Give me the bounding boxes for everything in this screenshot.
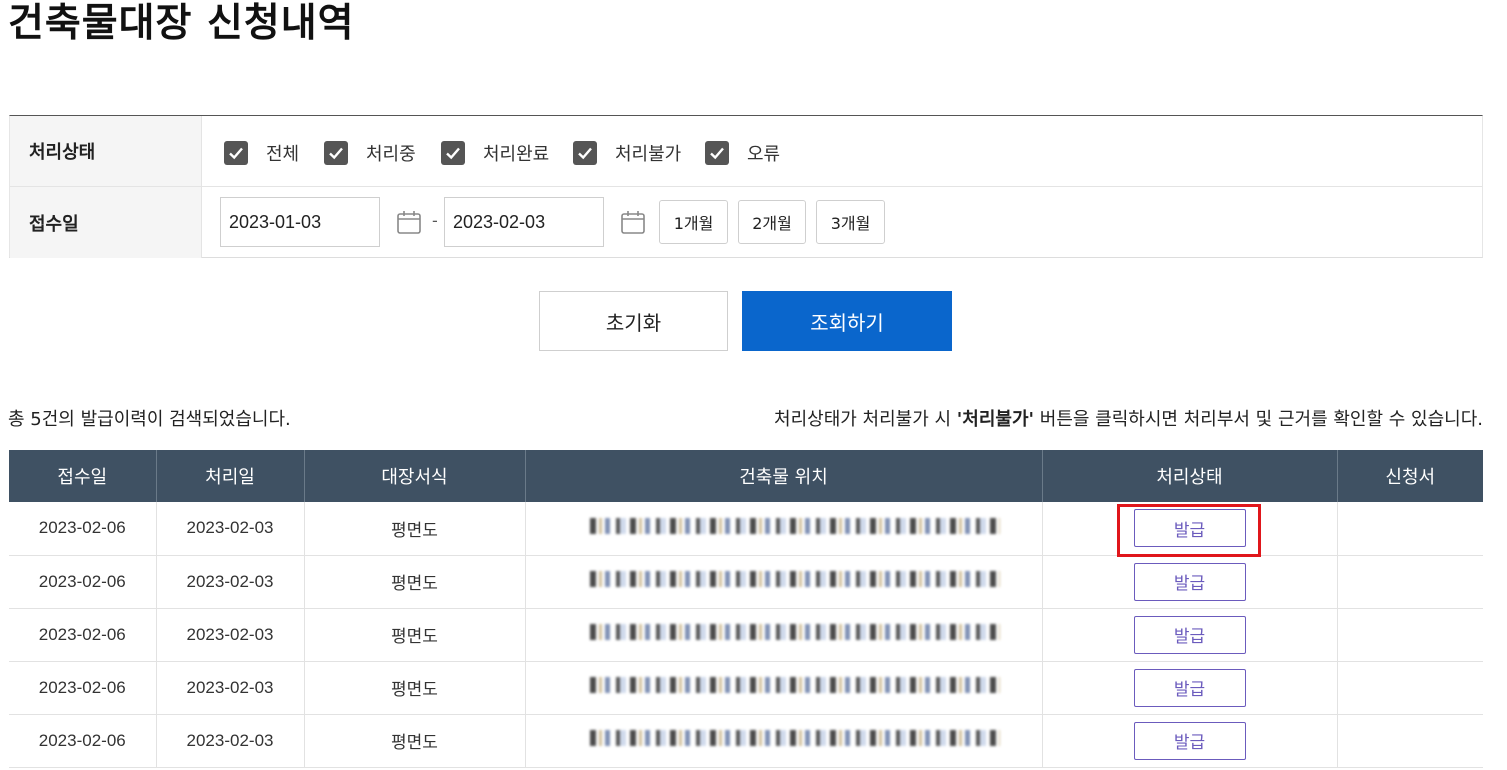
application-cell — [1337, 714, 1483, 768]
form-type: 평면도 — [304, 608, 526, 662]
col-form: 대장서식 — [304, 450, 526, 502]
col-application: 신청서 — [1337, 450, 1483, 502]
form-type: 평면도 — [304, 714, 526, 768]
status-cell: 발급 — [1042, 608, 1338, 662]
checkbox-error-label: 오류 — [747, 144, 781, 165]
redacted-address — [589, 517, 1000, 534]
search-filter-panel: 처리상태 전체 처리중 처리완료 처리불가 오류 접수일 2023-01-03 — [9, 115, 1483, 258]
received-date: 2023-02-06 — [9, 608, 157, 662]
calendar-icon[interactable] — [396, 209, 422, 235]
building-location — [525, 661, 1043, 715]
application-cell — [1337, 608, 1483, 662]
building-location — [525, 714, 1043, 768]
status-filter-row: 처리상태 전체 처리중 처리완료 처리불가 오류 — [10, 116, 1482, 187]
table-row: 2023-02-06 2023-02-03 평면도 발급 — [9, 714, 1483, 768]
issue-button[interactable]: 발급 — [1133, 668, 1246, 707]
building-location — [525, 555, 1043, 609]
checkbox-checked-icon[interactable] — [573, 141, 597, 165]
notice-suffix: 버튼을 클릭하시면 처리부서 및 근거를 확인할 수 있습니다. — [1034, 409, 1483, 430]
processed-date: 2023-02-03 — [156, 714, 305, 768]
table-row: 2023-02-06 2023-02-03 평면도 발급 — [9, 661, 1483, 715]
col-processed-date: 처리일 — [156, 450, 305, 502]
issue-button[interactable]: 발급 — [1133, 721, 1246, 760]
issue-button[interactable]: 발급 — [1133, 562, 1246, 601]
status-filter-label: 처리상태 — [10, 116, 202, 186]
processed-date: 2023-02-03 — [156, 661, 305, 715]
form-type: 평면도 — [304, 661, 526, 715]
checkbox-all-label: 전체 — [266, 144, 300, 165]
table-row: 2023-02-06 2023-02-03 평면도 발급 — [9, 502, 1483, 556]
highlight-box — [1117, 504, 1261, 557]
received-date: 2023-02-06 — [9, 502, 157, 556]
received-date: 2023-02-06 — [9, 555, 157, 609]
received-date: 2023-02-06 — [9, 661, 157, 715]
notice-prefix: 처리상태가 처리불가 시 — [774, 409, 957, 430]
checkbox-checked-icon[interactable] — [324, 141, 348, 165]
status-notice: 처리상태가 처리불가 시 '처리불가' 버튼을 클릭하시면 처리부서 및 근거를… — [774, 405, 1483, 431]
search-button[interactable]: 조회하기 — [742, 291, 952, 351]
checkbox-error[interactable]: 오류 — [705, 140, 780, 166]
checkbox-rejected-label: 처리불가 — [615, 144, 682, 165]
reset-button[interactable]: 초기화 — [539, 291, 728, 351]
checkbox-rejected[interactable]: 처리불가 — [573, 140, 681, 166]
status-cell: 발급 — [1042, 555, 1338, 609]
redacted-address — [589, 571, 1000, 587]
redacted-address — [589, 677, 1000, 693]
issue-button[interactable]: 발급 — [1133, 615, 1246, 654]
page-title: 건축물대장 신청내역 — [8, 1, 355, 46]
col-received-date: 접수일 — [9, 450, 157, 502]
end-date-input[interactable]: 2023-02-03 — [444, 197, 604, 247]
notice-bold: '처리불가' — [956, 409, 1035, 430]
form-type: 평면도 — [304, 555, 526, 609]
date-separator: - — [432, 211, 438, 230]
date-filter-row: 접수일 2023-01-03 - 2023-02-03 1개월 2개월 3개월 — [10, 187, 1482, 258]
application-cell — [1337, 555, 1483, 609]
calendar-icon[interactable] — [620, 209, 646, 235]
checkbox-completed-label: 처리완료 — [483, 144, 550, 165]
received-date: 2023-02-06 — [9, 714, 157, 768]
start-date-input[interactable]: 2023-01-03 — [220, 197, 380, 247]
form-type: 평면도 — [304, 502, 526, 556]
table-header-row: 접수일 처리일 대장서식 건축물 위치 처리상태 신청서 — [9, 450, 1483, 502]
period-1month-button[interactable]: 1개월 — [659, 200, 728, 244]
col-location: 건축물 위치 — [525, 450, 1043, 502]
checkbox-checked-icon[interactable] — [224, 141, 248, 165]
processed-date: 2023-02-03 — [156, 555, 305, 609]
redacted-address — [589, 624, 1000, 640]
processed-date: 2023-02-03 — [156, 502, 305, 556]
redacted-address — [589, 730, 1000, 746]
processed-date: 2023-02-03 — [156, 608, 305, 662]
checkbox-processing-label: 처리중 — [366, 144, 416, 165]
checkbox-processing[interactable]: 처리중 — [324, 140, 416, 166]
status-cell: 발급 — [1042, 714, 1338, 768]
checkbox-completed[interactable]: 처리완료 — [441, 140, 549, 166]
history-table: 접수일 처리일 대장서식 건축물 위치 처리상태 신청서 2023-02-06 … — [9, 450, 1483, 768]
table-row: 2023-02-06 2023-02-03 평면도 발급 — [9, 608, 1483, 662]
period-3month-button[interactable]: 3개월 — [816, 200, 885, 244]
checkbox-checked-icon[interactable] — [441, 141, 465, 165]
checkbox-checked-icon[interactable] — [705, 141, 729, 165]
period-2month-button[interactable]: 2개월 — [738, 200, 806, 244]
col-status: 처리상태 — [1042, 450, 1338, 502]
checkbox-all[interactable]: 전체 — [224, 140, 299, 166]
table-row: 2023-02-06 2023-02-03 평면도 발급 — [9, 555, 1483, 609]
result-count-text: 총 5건의 발급이력이 검색되었습니다. — [8, 409, 291, 430]
building-location — [525, 502, 1043, 556]
status-cell: 발급 — [1042, 661, 1338, 715]
building-location — [525, 608, 1043, 662]
date-filter-label: 접수일 — [10, 187, 202, 258]
application-cell — [1337, 502, 1483, 556]
application-cell — [1337, 661, 1483, 715]
